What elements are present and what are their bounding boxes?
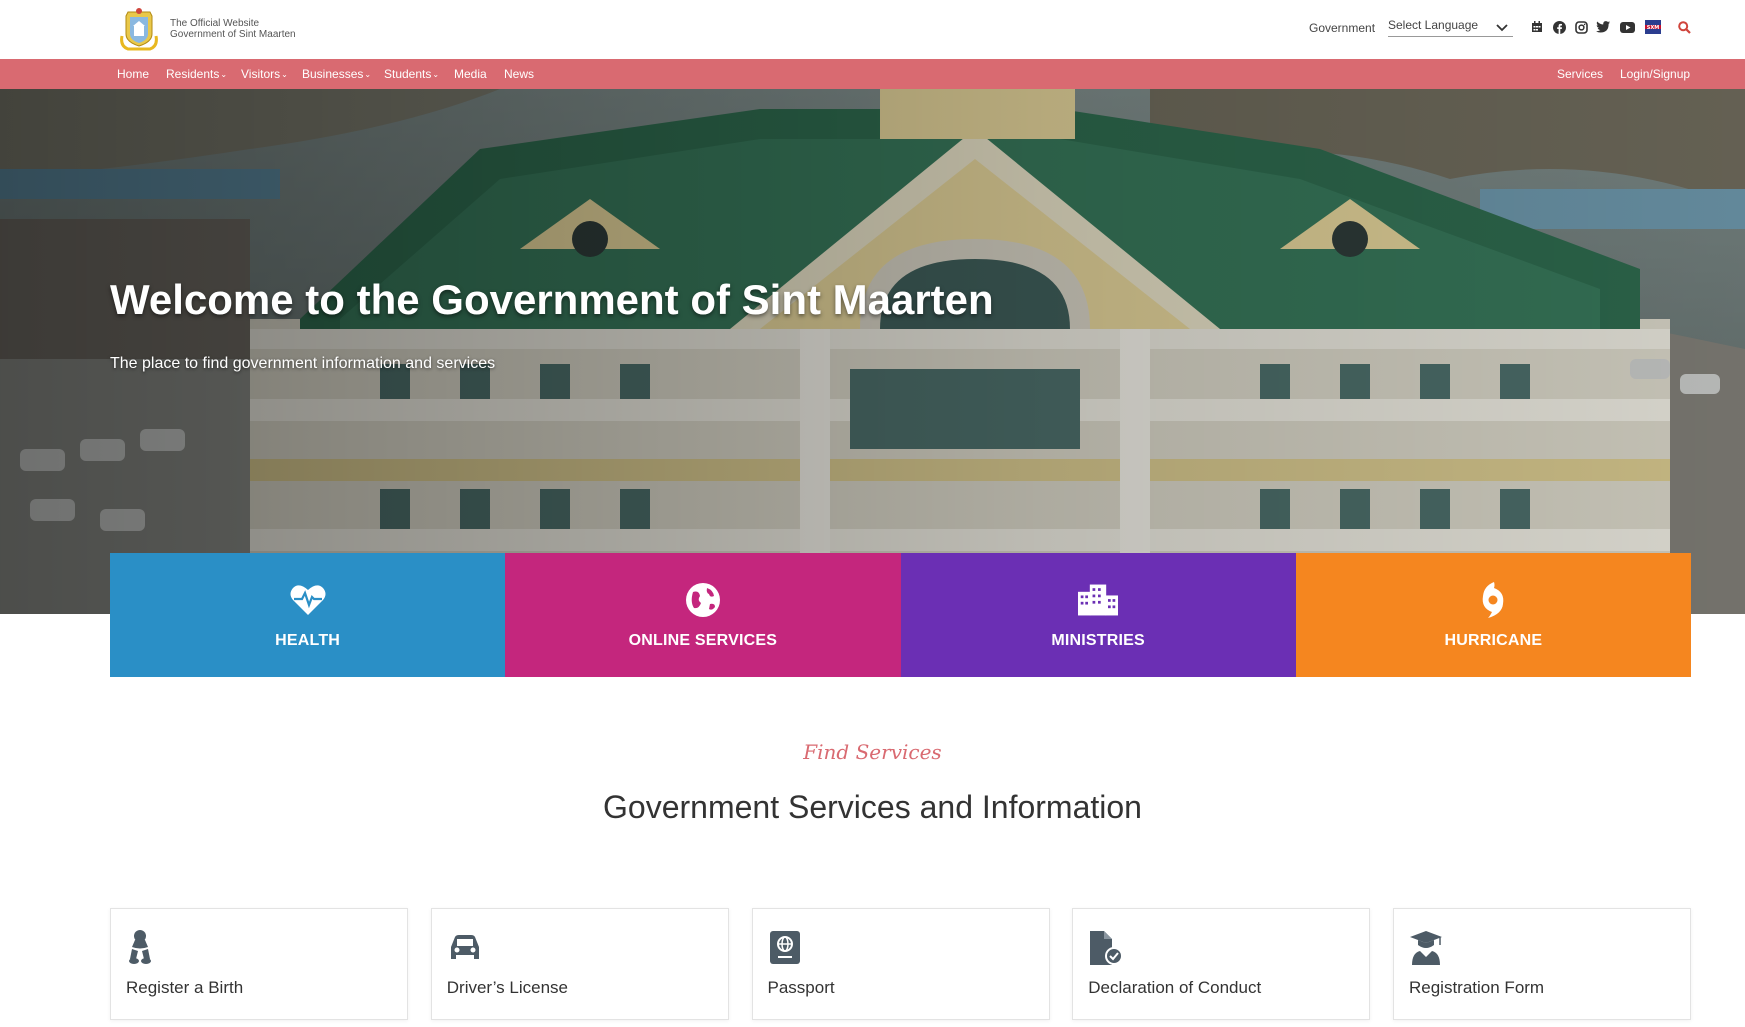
nav-login-signup-label: Login/Signup	[1620, 67, 1691, 81]
nav-services-label: Services	[1557, 67, 1604, 81]
nav-home-label: Home	[117, 67, 150, 81]
section-title: Government Services and Information	[603, 789, 1142, 825]
service-card-label: Passport	[767, 978, 835, 997]
chevron-down-icon	[1496, 24, 1508, 32]
main-nav: Home Residents⌄ Visitors⌄ Businesses⌄ St…	[0, 59, 1745, 89]
instagram-icon[interactable]	[1573, 19, 1589, 35]
tile-ministries[interactable]: MINISTRIES	[900, 553, 1296, 677]
tile-online-services-label: ONLINE SERVICES	[628, 632, 778, 649]
passport-icon	[769, 931, 800, 964]
government-link[interactable]: Government	[1309, 21, 1375, 35]
hurricane-icon	[1473, 580, 1513, 620]
nav-login-signup[interactable]: Login/Signup	[1620, 67, 1690, 81]
service-cards: Register a Birth Driver’s License Passpo…	[110, 908, 1691, 1020]
hero-title: Welcome to the Government of Sint Maarte…	[110, 276, 994, 323]
logo-line-1: The Official Website	[170, 18, 260, 29]
tile-ministries-label: MINISTRIES	[1051, 632, 1145, 649]
nav-media[interactable]: Media	[454, 67, 487, 81]
hero-subtitle: The place to find government information…	[110, 355, 496, 372]
site-logo[interactable]: The Official Website Government of Sint …	[116, 6, 296, 52]
hero-banner: Welcome to the Government of Sint Maarte…	[0, 89, 1745, 614]
hero-building-image	[0, 89, 1745, 614]
service-card-label: Register a Birth	[126, 978, 244, 997]
nav-home[interactable]: Home	[117, 67, 149, 81]
nav-residents-label: Residents	[166, 67, 220, 81]
nav-visitors-label: Visitors	[241, 67, 281, 81]
service-card-passport[interactable]: Passport	[751, 908, 1050, 1020]
tile-health-label: HEALTH	[275, 632, 341, 649]
search-icon[interactable]	[1676, 19, 1692, 35]
graduate-icon	[1410, 931, 1442, 965]
logo-line-2: Government of Sint Maarten	[170, 29, 296, 40]
service-card-drivers-license[interactable]: Driver’s License	[430, 908, 729, 1020]
tile-hurricane-label: HURRICANE	[1444, 632, 1543, 649]
youtube-icon[interactable]	[1619, 19, 1635, 35]
section-eyebrow: Find Services	[803, 740, 942, 764]
coat-of-arms-icon	[120, 8, 158, 51]
nav-news-label: News	[504, 67, 535, 81]
chevron-down-icon: ⌄	[220, 70, 228, 79]
calendar-icon[interactable]	[1529, 19, 1545, 35]
nav-news[interactable]: News	[504, 67, 534, 81]
nav-residents[interactable]: Residents⌄	[166, 67, 227, 81]
service-card-label: Driver’s License	[446, 978, 568, 997]
baby-icon	[129, 930, 151, 964]
chevron-down-icon: ⌄	[432, 70, 440, 79]
service-card-registration-form[interactable]: Registration Form	[1393, 908, 1691, 1020]
globe-icon	[683, 580, 723, 620]
twitter-icon[interactable]	[1595, 19, 1611, 35]
nav-visitors[interactable]: Visitors⌄	[241, 67, 288, 81]
sxm-gov-icon[interactable]: SXM	[1645, 19, 1661, 35]
nav-students[interactable]: Students⌄	[384, 67, 439, 81]
nav-media-label: Media	[454, 67, 487, 81]
service-card-label: Declaration of Conduct	[1088, 978, 1262, 997]
service-card-register-birth[interactable]: Register a Birth	[110, 908, 408, 1020]
buildings-icon	[1078, 580, 1119, 620]
tile-health[interactable]: HEALTH	[110, 553, 506, 677]
nav-students-label: Students	[384, 67, 432, 81]
chevron-down-icon: ⌄	[281, 70, 288, 79]
language-select[interactable]: Select Language	[1388, 18, 1513, 37]
language-select-label: Select Language	[1388, 18, 1479, 32]
svg-text:SXM: SXM	[1647, 25, 1659, 31]
file-check-icon	[1090, 931, 1123, 965]
facebook-icon[interactable]	[1551, 19, 1567, 35]
service-card-label: Registration Form	[1409, 978, 1545, 997]
logo-text: The Official Website Government of Sint …	[170, 18, 296, 40]
nav-businesses[interactable]: Businesses⌄	[302, 67, 371, 81]
heart-pulse-icon	[288, 580, 328, 620]
service-card-declaration-conduct[interactable]: Declaration of Conduct	[1072, 908, 1371, 1020]
nav-services[interactable]: Services	[1557, 67, 1603, 81]
car-icon	[450, 935, 479, 959]
site-header: The Official Website Government of Sint …	[0, 0, 1745, 59]
chevron-down-icon: ⌄	[364, 70, 372, 79]
nav-businesses-label: Businesses	[302, 67, 364, 81]
tile-hurricane[interactable]: HURRICANE	[1295, 553, 1691, 677]
category-tiles: HEALTH ONLINE SERVICES MINISTRIES HURRIC…	[110, 553, 1691, 677]
tile-online-services[interactable]: ONLINE SERVICES	[505, 553, 901, 677]
